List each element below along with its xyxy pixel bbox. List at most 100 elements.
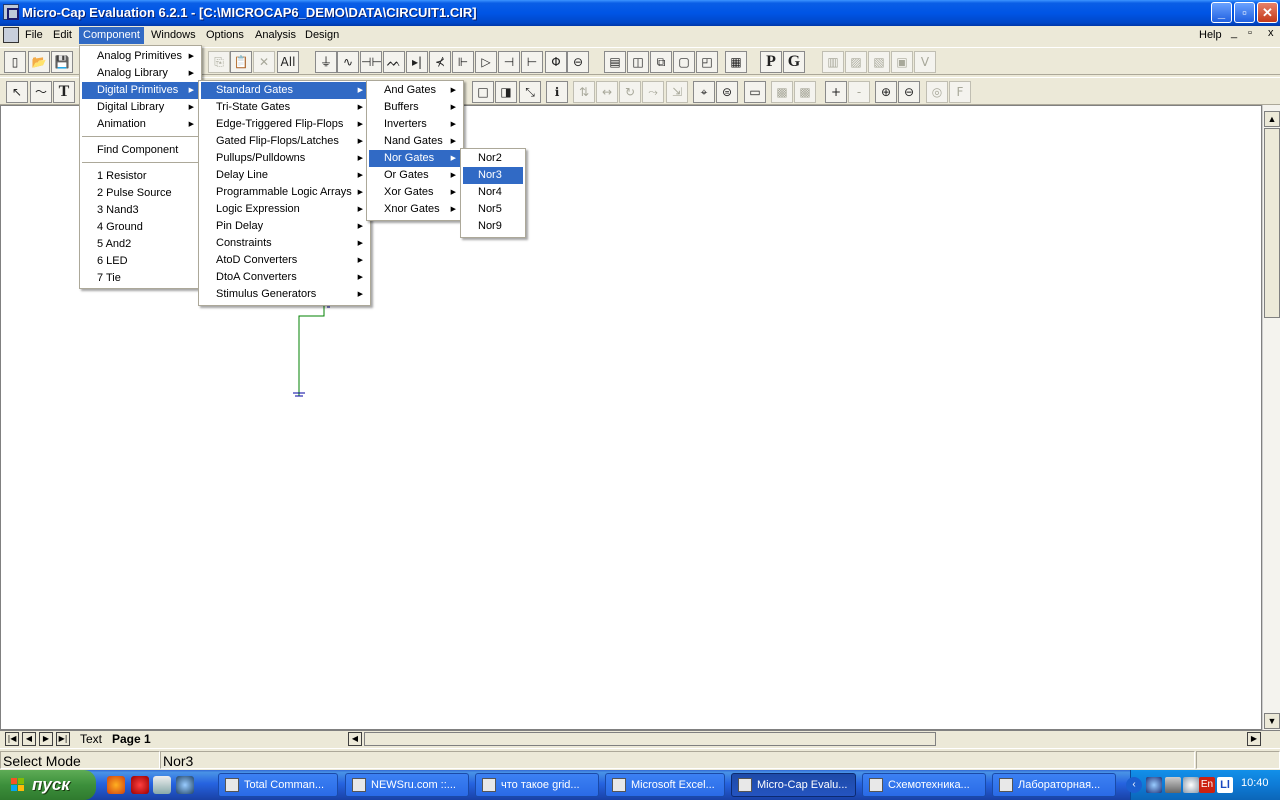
- ground-icon[interactable]: ⏚: [315, 51, 337, 73]
- paste-icon[interactable]: 📋: [230, 51, 252, 73]
- network-icon[interactable]: [1146, 777, 1162, 793]
- nor-gates-menu-item[interactable]: Nor3: [463, 167, 523, 184]
- hscroll-thumb[interactable]: [364, 732, 936, 746]
- nor-gates-menu-item[interactable]: Nor2: [463, 150, 523, 167]
- standard-gates-menu-item[interactable]: Nor Gates ▶: [369, 150, 461, 167]
- last-page-icon[interactable]: ▶|: [56, 732, 70, 746]
- component-menu-item[interactable]: Find Component: [82, 142, 199, 159]
- cascade-icon[interactable]: ⧉: [650, 51, 672, 73]
- tool-b-icon[interactable]: ▨: [845, 51, 867, 73]
- component-menu-item[interactable]: Analog Library ▶: [82, 65, 199, 82]
- menu-design[interactable]: Design: [301, 27, 343, 44]
- digital-primitives-menu-item[interactable]: DtoA Converters ▶: [201, 269, 368, 286]
- mdi-restore-button[interactable]: ▫: [1248, 27, 1252, 39]
- ie-icon[interactable]: [176, 776, 194, 794]
- menu-edit[interactable]: Edit: [49, 27, 76, 44]
- tool-a-icon[interactable]: ▥: [822, 51, 844, 73]
- tile-vertical-icon[interactable]: ◫: [627, 51, 649, 73]
- menu-file[interactable]: File: [21, 27, 47, 44]
- scroll-down-arrow-icon[interactable]: ▼: [1264, 713, 1280, 729]
- tile-horizontal-icon[interactable]: ▤: [604, 51, 626, 73]
- standard-gates-menu-item[interactable]: Xnor Gates ▶: [369, 201, 461, 218]
- add-page-icon[interactable]: +: [825, 81, 847, 103]
- maximize-button[interactable]: ▫: [1234, 2, 1255, 23]
- binoculars-icon[interactable]: ⊜: [716, 81, 738, 103]
- remove-page-icon[interactable]: -: [848, 81, 870, 103]
- layer-b-icon[interactable]: ▩: [794, 81, 816, 103]
- standard-gates-menu-item[interactable]: Nand Gates ▶: [369, 133, 461, 150]
- select-mode-icon[interactable]: ↖: [6, 81, 28, 103]
- tray-ll-icon[interactable]: Ll: [1217, 777, 1233, 793]
- globe-icon[interactable]: ◎: [926, 81, 948, 103]
- component-menu-item[interactable]: 1 Resistor: [82, 168, 199, 185]
- digital-primitives-menu-item[interactable]: Gated Flip-Flops/Latches ▶: [201, 133, 368, 150]
- taskbar-task[interactable]: Total Comman...: [218, 773, 338, 797]
- copy-icon[interactable]: ⎘: [208, 51, 230, 73]
- scroll-up-arrow-icon[interactable]: ▲: [1264, 111, 1280, 127]
- zoom-in-icon[interactable]: ⊕: [875, 81, 897, 103]
- desktop-icon[interactable]: [153, 776, 171, 794]
- flag-icon[interactable]: ⤡: [519, 81, 541, 103]
- layer-a-icon[interactable]: ▩: [771, 81, 793, 103]
- component-menu-item[interactable]: 3 Nand3: [82, 202, 199, 219]
- prev-page-icon[interactable]: ◀: [22, 732, 36, 746]
- standard-gates-menu-item[interactable]: Buffers ▶: [369, 99, 461, 116]
- box-mode-icon[interactable]: ◨: [495, 81, 517, 103]
- component-menu-item[interactable]: 4 Ground: [82, 219, 199, 236]
- battery-icon[interactable]: ⊣: [498, 51, 520, 73]
- save-icon[interactable]: 💾: [51, 51, 73, 73]
- app-icon[interactable]: [3, 4, 19, 20]
- digital-primitives-menu-item[interactable]: Logic Expression ▶: [201, 201, 368, 218]
- p-button-icon[interactable]: P: [760, 51, 782, 73]
- new-file-icon[interactable]: ▯: [4, 51, 26, 73]
- tab-text[interactable]: Text: [80, 732, 102, 747]
- tool-d-icon[interactable]: ▣: [891, 51, 913, 73]
- standard-gates-menu-item[interactable]: Or Gates ▶: [369, 167, 461, 184]
- resistor-icon[interactable]: ∿: [337, 51, 359, 73]
- nor-gates-menu-item[interactable]: Nor5: [463, 201, 523, 218]
- restore-window-icon[interactable]: ◰: [696, 51, 718, 73]
- monitor-icon[interactable]: [1165, 777, 1181, 793]
- nmos-icon[interactable]: ⊩: [452, 51, 474, 73]
- nor-gates-menu-item[interactable]: Nor4: [463, 184, 523, 201]
- menu-analysis[interactable]: Analysis: [251, 27, 300, 44]
- font-icon[interactable]: F: [949, 81, 971, 103]
- find-icon[interactable]: ⌖: [693, 81, 715, 103]
- firefox-icon[interactable]: [107, 776, 125, 794]
- select-all-icon[interactable]: All: [277, 51, 299, 73]
- digital-primitives-menu-item[interactable]: Pin Delay ▶: [201, 218, 368, 235]
- digital-primitives-menu-item[interactable]: Tri-State Gates ▶: [201, 99, 368, 116]
- rotate-icon[interactable]: ↻: [619, 81, 641, 103]
- component-menu-item[interactable]: 7 Tie: [82, 270, 199, 287]
- current-source-icon[interactable]: Φ: [545, 51, 567, 73]
- first-page-icon[interactable]: |◀: [5, 732, 19, 746]
- taskbar-task[interactable]: NEWSru.com ::...: [345, 773, 469, 797]
- step-icon[interactable]: ⤳: [642, 81, 664, 103]
- digital-primitives-menu-item[interactable]: AtoD Converters ▶: [201, 252, 368, 269]
- menu-help[interactable]: Help: [1195, 27, 1226, 44]
- menu-options[interactable]: Options: [202, 27, 248, 44]
- capacitor-icon[interactable]: ⊣⊢: [360, 51, 382, 73]
- delete-icon[interactable]: ✕: [253, 51, 275, 73]
- component-menu-item[interactable]: Analog Primitives ▶: [82, 48, 199, 65]
- flip-icon[interactable]: ↔: [596, 81, 618, 103]
- digital-primitives-menu-item[interactable]: Stimulus Generators ▶: [201, 286, 368, 303]
- vertical-scrollbar[interactable]: ▲ ▼: [1262, 105, 1280, 730]
- next-page-icon[interactable]: ▶: [39, 732, 53, 746]
- digital-primitives-menu-item[interactable]: Standard Gates ▶: [201, 82, 368, 99]
- voltage-source-icon[interactable]: ⊖: [567, 51, 589, 73]
- tool-e-icon[interactable]: V: [914, 51, 936, 73]
- standard-gates-menu-item[interactable]: And Gates ▶: [369, 82, 461, 99]
- taskbar-task[interactable]: Micro-Cap Evalu...: [731, 773, 856, 797]
- open-folder-icon[interactable]: 📂: [28, 51, 50, 73]
- minimize-button[interactable]: _: [1211, 2, 1232, 23]
- taskbar-task[interactable]: Лабораторная...: [992, 773, 1116, 797]
- display-icon[interactable]: ▭: [744, 81, 766, 103]
- standard-gates-menu-item[interactable]: Xor Gates ▶: [369, 184, 461, 201]
- npn-icon[interactable]: ⊀: [429, 51, 451, 73]
- hscroll-right-icon[interactable]: ▶: [1247, 732, 1261, 746]
- component-menu-item[interactable]: Digital Library ▶: [82, 99, 199, 116]
- menu-windows[interactable]: Windows: [147, 27, 200, 44]
- close-button[interactable]: ✕: [1257, 2, 1278, 23]
- taskbar-task[interactable]: Microsoft Excel...: [605, 773, 725, 797]
